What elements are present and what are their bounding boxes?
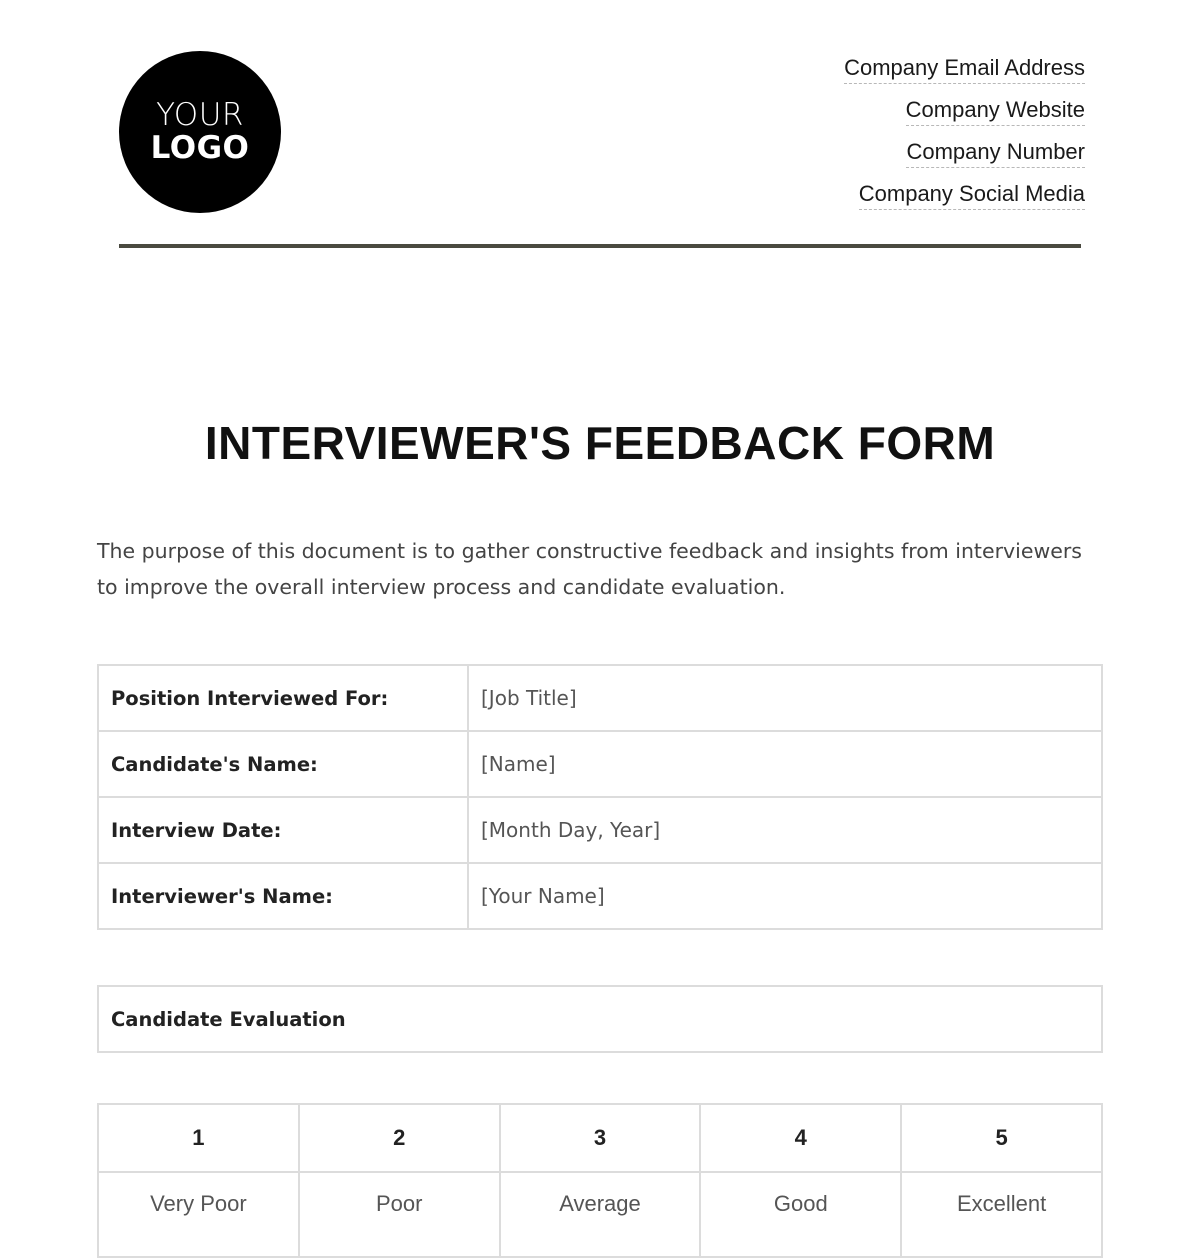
interview-info-table: Position Interviewed For: [Job Title] Ca… [97, 664, 1103, 930]
rating-label: Very Poor [97, 1171, 300, 1258]
page-title: INTERVIEWER'S FEEDBACK FORM [204, 417, 996, 469]
table-row: Position Interviewed For: [Job Title] [97, 664, 1103, 732]
rating-label: Average [498, 1171, 702, 1258]
position-label: Position Interviewed For: [97, 664, 469, 732]
rating-number: 2 [297, 1103, 501, 1173]
company-contact-block: Company Email Address Company Website Co… [844, 53, 1085, 221]
rating-label: Poor [297, 1171, 501, 1258]
table-row: 1 2 3 4 5 [97, 1103, 1103, 1173]
interviewer-name-label: Interviewer's Name: [97, 862, 469, 930]
rating-number: 3 [498, 1103, 702, 1173]
rating-number: 5 [900, 1103, 1103, 1173]
logo-line-2: LOGO [150, 130, 250, 166]
company-social-media: Company Social Media [858, 179, 1085, 210]
company-email: Company Email Address [844, 53, 1085, 84]
table-row: Interviewer's Name: [Your Name] [97, 862, 1103, 930]
interview-date-value[interactable]: [Month Day, Year] [467, 796, 1103, 864]
rating-label: Good [699, 1171, 903, 1258]
position-value[interactable]: [Job Title] [467, 664, 1103, 732]
table-row: Candidate's Name: [Name] [97, 730, 1103, 798]
rating-scale-table: 1 2 3 4 5 Very Poor Poor Average Good Ex… [97, 1103, 1103, 1258]
candidate-name-value[interactable]: [Name] [467, 730, 1103, 798]
table-row: Interview Date: [Month Day, Year] [97, 796, 1103, 864]
rating-label: Excellent [900, 1171, 1103, 1258]
company-logo: YOUR LOGO [119, 51, 281, 213]
rating-number: 1 [97, 1103, 300, 1173]
rating-number: 4 [699, 1103, 903, 1173]
logo-line-1: YOUR [156, 97, 244, 133]
table-row: Very Poor Poor Average Good Excellent [97, 1171, 1103, 1258]
evaluation-heading: Candidate Evaluation [97, 985, 1103, 1053]
company-number: Company Number [906, 137, 1085, 168]
header-divider [119, 244, 1081, 248]
intro-paragraph: The purpose of this document is to gathe… [97, 539, 1082, 599]
interviewer-name-value[interactable]: [Your Name] [467, 862, 1103, 930]
company-website: Company Website [905, 95, 1085, 126]
candidate-evaluation-header: Candidate Evaluation [97, 985, 1103, 1053]
interview-date-label: Interview Date: [97, 796, 469, 864]
candidate-name-label: Candidate's Name: [97, 730, 469, 798]
